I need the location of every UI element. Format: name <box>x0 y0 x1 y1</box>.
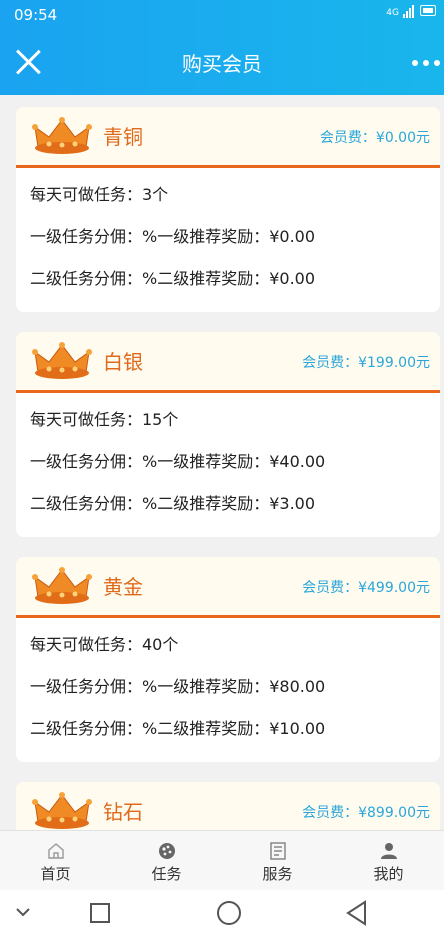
tier-fee: 会员费：¥0.00元 <box>319 130 430 146</box>
tier-name: 黄金 <box>103 575 143 599</box>
tab-label: 首页 <box>40 865 71 883</box>
membership-list[interactable]: 青铜 会员费：¥0.00元 每天可做任务：3个 一级任务分佣：%一级推荐奖励：¥… <box>0 95 444 830</box>
crown-icon <box>32 792 92 829</box>
bottom-tab-bar: 首页 任务 服务 我的 <box>0 830 444 891</box>
clock: 09:54 <box>14 6 58 24</box>
tab-label: 我的 <box>373 865 404 883</box>
daily-tasks: 每天可做任务：40个 <box>30 635 179 654</box>
level2-commission: 二级任务分佣：%二级推荐奖励：¥3.00 <box>30 494 316 513</box>
tab-label: 服务 <box>262 865 293 883</box>
crown-icon <box>32 567 92 604</box>
tier-card-gold[interactable]: 黄金 会员费：¥499.00元 每天可做任务：40个 一级任务分佣：%一级推荐奖… <box>16 557 440 762</box>
tier-card-silver[interactable]: 白银 会员费：¥199.00元 每天可做任务：15个 一级任务分佣：%一级推荐奖… <box>16 332 440 537</box>
level1-commission: 一级任务分佣：%一级推荐奖励：¥40.00 <box>30 452 326 471</box>
tier-card-header: 白银 会员费：¥199.00元 <box>16 332 440 393</box>
tab-service[interactable]: 服务 <box>222 831 333 891</box>
crown-icon <box>32 342 92 379</box>
collapse-icon[interactable] <box>14 906 32 918</box>
recents-icon[interactable] <box>89 902 111 924</box>
page-title: 购买会员 <box>182 52 262 76</box>
level2-commission: 二级任务分佣：%二级推荐奖励：¥0.00 <box>30 269 316 288</box>
tier-card-bronze[interactable]: 青铜 会员费：¥0.00元 每天可做任务：3个 一级任务分佣：%一级推荐奖励：¥… <box>16 107 440 312</box>
daily-tasks: 每天可做任务：3个 <box>30 185 169 204</box>
level1-commission: 一级任务分佣：%一级推荐奖励：¥0.00 <box>30 227 316 246</box>
tier-name: 钻石 <box>103 800 143 824</box>
tier-fee: 会员费：¥899.00元 <box>302 805 430 821</box>
tab-home[interactable]: 首页 <box>0 831 111 891</box>
tier-fee: 会员费：¥199.00元 <box>302 355 430 371</box>
service-icon <box>269 842 286 860</box>
tab-label: 任务 <box>151 865 182 883</box>
signal-icon <box>403 4 414 18</box>
header: 09:54 4G 购买会员 <box>0 0 444 95</box>
task-icon <box>158 843 175 859</box>
daily-tasks: 每天可做任务：15个 <box>30 410 179 429</box>
tier-card-header: 钻石 会员费：¥899.00元 <box>16 782 440 830</box>
status-icons: 4G <box>386 4 436 18</box>
level1-commission: 一级任务分佣：%一级推荐奖励：¥80.00 <box>30 677 326 696</box>
home-icon <box>47 843 64 859</box>
home-circle-icon[interactable] <box>216 900 242 926</box>
more-icon[interactable] <box>412 60 440 66</box>
user-icon <box>380 843 397 859</box>
system-nav-bar <box>0 890 444 929</box>
tab-tasks[interactable]: 任务 <box>111 831 222 891</box>
tier-name: 青铜 <box>103 125 143 149</box>
tab-mine[interactable]: 我的 <box>333 831 444 891</box>
network-icon: 4G <box>386 8 399 18</box>
tier-card-header: 黄金 会员费：¥499.00元 <box>16 557 440 618</box>
level2-commission: 二级任务分佣：%二级推荐奖励：¥10.00 <box>30 719 326 738</box>
tier-fee: 会员费：¥499.00元 <box>302 580 430 596</box>
tier-card-header: 青铜 会员费：¥0.00元 <box>16 107 440 168</box>
tier-name: 白银 <box>103 350 143 374</box>
battery-icon <box>420 5 436 16</box>
back-icon[interactable] <box>345 900 369 926</box>
crown-icon <box>32 117 92 154</box>
tier-card-diamond[interactable]: 钻石 会员费：¥899.00元 <box>16 782 440 830</box>
status-bar: 09:54 4G <box>0 0 444 30</box>
